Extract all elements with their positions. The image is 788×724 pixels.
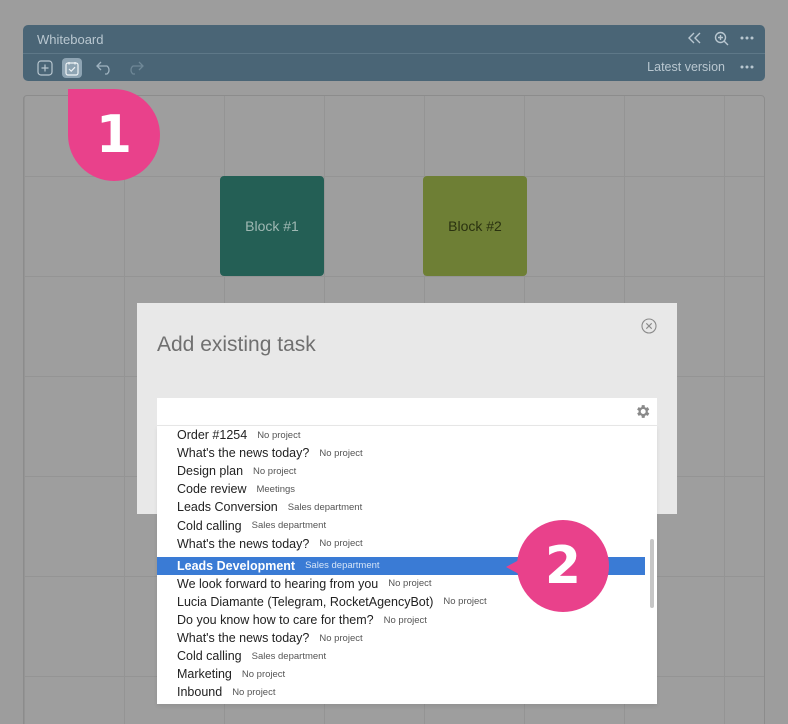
task-name: Inbound	[177, 685, 223, 700]
task-project: No project	[319, 632, 363, 644]
task-row[interactable]: Code review Meetings	[157, 480, 645, 498]
task-name: Do you know how to care for them?	[177, 613, 374, 627]
task-project: No project	[232, 686, 276, 698]
task-project: No project	[319, 447, 363, 459]
settings-icon[interactable]	[634, 403, 651, 420]
task-name: We look forward to hearing from you	[177, 576, 379, 591]
task-project: No project	[319, 538, 363, 550]
undo-icon[interactable]	[95, 58, 115, 78]
task-row[interactable]: Marketing No project	[157, 665, 645, 683]
task-project: No project	[253, 465, 297, 477]
whiteboard-header: Whiteboard Latest version	[23, 25, 765, 81]
redo-icon[interactable]	[125, 58, 145, 78]
more-icon[interactable]	[739, 59, 755, 75]
task-name: Marketing	[177, 667, 232, 682]
window-title: Whiteboard	[37, 32, 104, 47]
scrollbar[interactable]	[650, 539, 654, 608]
task-name: Leads Development	[177, 558, 296, 573]
task-project: No project	[388, 578, 432, 590]
task-icon[interactable]	[62, 58, 82, 78]
task-name: What's the news today?	[177, 631, 310, 646]
collapse-icon[interactable]	[687, 30, 703, 46]
task-row[interactable]: Order #1254 No project	[157, 426, 645, 444]
task-name: Cold calling	[177, 518, 242, 533]
zoom-icon[interactable]	[713, 30, 729, 46]
task-name: Design plan	[177, 464, 244, 479]
task-row[interactable]: Design plan No project	[157, 462, 645, 480]
task-project: Sales department	[305, 560, 380, 572]
callout-marker-1: 1	[68, 89, 160, 181]
version-label[interactable]: Latest version	[647, 60, 725, 74]
task-search-input[interactable]	[157, 398, 657, 425]
task-project: No project	[241, 668, 286, 680]
task-row[interactable]: What's the news today? No project	[157, 444, 645, 462]
header-actions	[687, 30, 755, 46]
callout-marker-2: 2	[506, 520, 609, 612]
block-2[interactable]: Block #2	[423, 176, 527, 276]
task-name: Code review	[177, 482, 247, 497]
task-name: Leads Conversion	[177, 500, 278, 515]
more-icon[interactable]	[739, 30, 755, 46]
task-project: No project	[383, 614, 427, 626]
task-project: No project	[443, 596, 487, 608]
task-project: Sales department	[251, 520, 327, 531]
task-row[interactable]: Cold calling Sales department	[157, 647, 645, 665]
block-1[interactable]: Block #1	[220, 176, 324, 276]
task-row[interactable]: What's the news today? No project	[157, 629, 645, 647]
task-row[interactable]: Inbound No project	[157, 683, 645, 701]
task-name: What's the news today?	[177, 446, 310, 461]
toolbar: Latest version	[23, 53, 765, 81]
task-name: Cold calling	[177, 649, 242, 664]
task-name: Order #1254	[177, 428, 248, 442]
task-name: What's the news today?	[177, 536, 310, 551]
modal-title: Add existing task	[157, 333, 316, 356]
task-name: Lucia Diamante (Telegram, RocketAgencyBo…	[177, 594, 434, 609]
task-project: Sales department	[287, 501, 363, 513]
task-row[interactable]: Do you know how to care for them? No proj…	[157, 611, 645, 629]
add-icon[interactable]	[35, 58, 55, 78]
task-row[interactable]: Leads Conversion Sales department	[157, 498, 645, 516]
task-project: Sales department	[251, 650, 327, 662]
task-project: No project	[257, 429, 301, 441]
task-project: Meetings	[256, 483, 296, 495]
close-icon[interactable]	[641, 318, 657, 334]
